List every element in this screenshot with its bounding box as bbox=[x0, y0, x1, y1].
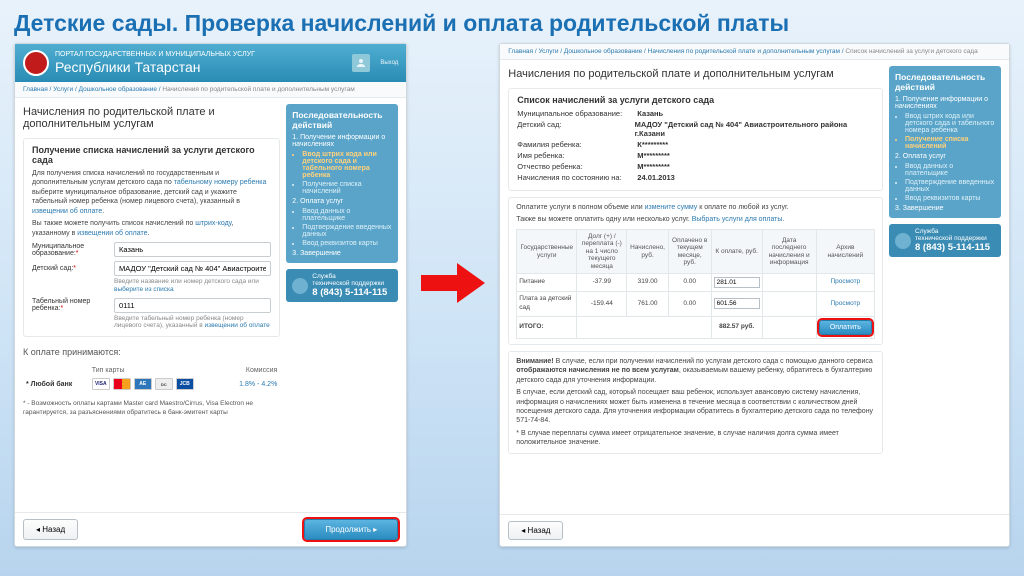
visa-icon: VISA bbox=[92, 378, 110, 390]
page-heading-r: Начисления по родительской плате и допол… bbox=[508, 68, 883, 80]
change-sum-link[interactable]: измените сумму bbox=[645, 204, 698, 211]
form-title: Получение списка начислений за услуги де… bbox=[32, 145, 271, 165]
logout-link[interactable]: Выход bbox=[380, 60, 398, 66]
support-box-r: Службатехнической поддержки8 (843) 5-114… bbox=[889, 224, 1001, 257]
table-row: Питание-37.99319.000.00Просмотр bbox=[517, 274, 875, 292]
pay-button[interactable]: Оплатить bbox=[819, 320, 872, 335]
portal-title: Республики Татарстан bbox=[55, 59, 255, 75]
continue-button[interactable]: Продолжить ▸ bbox=[304, 519, 398, 540]
crumb-services[interactable]: Услуги bbox=[53, 86, 73, 93]
back-button[interactable]: ◂ Назад bbox=[23, 519, 78, 540]
slide-title: Детские сады. Проверка начислений и опла… bbox=[14, 10, 1010, 37]
amount-input[interactable] bbox=[714, 298, 760, 309]
fee-link[interactable]: 1.8% - 4.2% bbox=[239, 381, 277, 388]
notice-link2[interactable]: извещении об оплате bbox=[77, 230, 147, 237]
card-disclaimer: * - Возможность оплаты картами Master ca… bbox=[23, 400, 280, 417]
barcode-link[interactable]: штрих-коду bbox=[195, 220, 231, 227]
notice-link3[interactable]: извещении об оплате bbox=[205, 322, 270, 329]
view-link[interactable]: Просмотр bbox=[830, 300, 860, 307]
breadcrumb: Главная / Услуги / Дошкольное образовани… bbox=[15, 82, 406, 98]
form-card: Получение списка начислений за услуги де… bbox=[23, 138, 280, 337]
tab-number-link[interactable]: табельному номеру ребенка bbox=[174, 179, 267, 186]
page-heading: Начисления по родительской плате и допол… bbox=[23, 106, 280, 130]
charges-table: Государственные услугиДолг (+) / перепла… bbox=[516, 229, 875, 339]
notice-link[interactable]: извещении об оплате bbox=[32, 208, 102, 215]
headset-icon bbox=[895, 233, 911, 249]
amex-icon: AE bbox=[134, 378, 152, 390]
mastercard-icon bbox=[113, 378, 131, 390]
diners-icon: DC bbox=[155, 378, 173, 390]
mo-input[interactable] bbox=[114, 242, 271, 257]
crumb-edu[interactable]: Дошкольное образование bbox=[79, 86, 157, 93]
avatar-icon[interactable] bbox=[352, 54, 370, 72]
screenshot-step2: Главная / Услуги / Дошкольное образовани… bbox=[499, 43, 1010, 547]
headset-icon bbox=[292, 278, 308, 294]
arrow-icon bbox=[421, 259, 485, 312]
portal-header: ПОРТАЛ ГОСУДАРСТВЕННЫХ И МУНИЦИПАЛЬНЫХ У… bbox=[15, 44, 406, 82]
back-button-r[interactable]: ◂ Назад bbox=[508, 521, 563, 540]
pay-instruction: Оплатите услуги в полном объеме или изме… bbox=[508, 197, 883, 345]
result-title: Список начислений за услуги детского сад… bbox=[517, 95, 874, 105]
view-link[interactable]: Просмотр bbox=[830, 278, 860, 285]
emblem-icon bbox=[23, 50, 49, 76]
warning-box: Внимание! В случае, если при получении н… bbox=[508, 351, 883, 454]
payment-table: Тип картыКомиссия * Любой банк VISA AE D… bbox=[23, 365, 280, 392]
jcb-icon: JCB bbox=[176, 378, 194, 390]
breadcrumb-r: Главная / Услуги / Дошкольное образовани… bbox=[500, 44, 1009, 60]
table-row: Плата за детский сад-159.44761.000.00Про… bbox=[517, 292, 875, 317]
step-current: Ввод штрих кода или детского сада и табе… bbox=[302, 150, 392, 180]
support-box: Службатехнической поддержки8 (843) 5-114… bbox=[286, 269, 398, 302]
pick-from-list-link[interactable]: выберите из списка bbox=[114, 286, 174, 293]
result-card: Список начислений за услуги детского сад… bbox=[508, 88, 883, 191]
screenshot-step1: ПОРТАЛ ГОСУДАРСТВЕННЫХ И МУНИЦИПАЛЬНЫХ У… bbox=[14, 43, 407, 547]
steps-sidebar-r: Последовательность действий 1. Получение… bbox=[889, 66, 1001, 218]
ds-input[interactable] bbox=[114, 261, 271, 276]
portal-subtitle: ПОРТАЛ ГОСУДАРСТВЕННЫХ И МУНИЦИПАЛЬНЫХ У… bbox=[55, 51, 255, 58]
amount-input[interactable] bbox=[714, 277, 760, 288]
select-services-link[interactable]: Выбрать услуги для оплаты. bbox=[692, 216, 785, 223]
total-row: ИТОГО:882.57 руб.Оплатить bbox=[517, 316, 875, 338]
payment-accept-title: К оплате принимаются: bbox=[23, 347, 280, 357]
step-current: Получение списка начислений bbox=[905, 135, 995, 151]
crumb-home[interactable]: Главная bbox=[23, 86, 48, 93]
tabnum-input[interactable] bbox=[114, 298, 271, 313]
steps-sidebar: Последовательность действий 1. Получение… bbox=[286, 104, 398, 263]
